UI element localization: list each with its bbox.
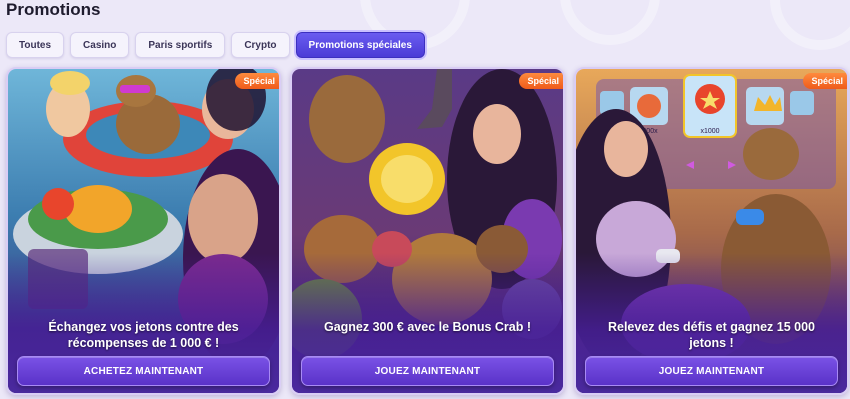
tab-all[interactable]: Toutes — [6, 32, 65, 58]
play-now-button[interactable]: JOUEZ MAINTENANT — [585, 356, 838, 386]
promo-card[interactable]: Spécial Gagnez 300 € avec le Bonus Crab … — [290, 67, 565, 395]
promo-description: Échangez vos jetons contre des récompens… — [48, 320, 239, 350]
tab-crypto[interactable]: Crypto — [231, 32, 290, 58]
background-swirl — [560, 0, 660, 45]
category-tabs: Toutes Casino Paris sportifs Crypto Prom… — [6, 32, 425, 58]
tab-casino[interactable]: Casino — [70, 32, 130, 58]
special-badge: Spécial — [235, 73, 279, 89]
page-title: Promotions — [6, 0, 101, 19]
play-now-button[interactable]: JOUEZ MAINTENANT — [301, 356, 554, 386]
promo-description: Relevez des défis et gagnez 15 000 jeton… — [607, 320, 816, 350]
special-badge: Spécial — [519, 73, 563, 89]
background-swirl — [770, 0, 850, 50]
tile-multiplier-label: x1000 — [700, 128, 719, 135]
special-badge: Spécial — [803, 73, 847, 89]
promo-description: Gagnez 300 € avec le Bonus Crab ! — [323, 320, 532, 334]
tab-sports-betting[interactable]: Paris sportifs — [135, 32, 226, 58]
promo-card[interactable]: 200x x1000 Spécial Relevez des défis et … — [574, 67, 849, 395]
promo-card[interactable]: Spécial Échangez vos jetons contre des r… — [6, 67, 281, 395]
tab-special-promotions[interactable]: Promotions spéciales — [295, 32, 425, 58]
buy-now-button[interactable]: ACHETEZ MAINTENANT — [17, 356, 270, 386]
